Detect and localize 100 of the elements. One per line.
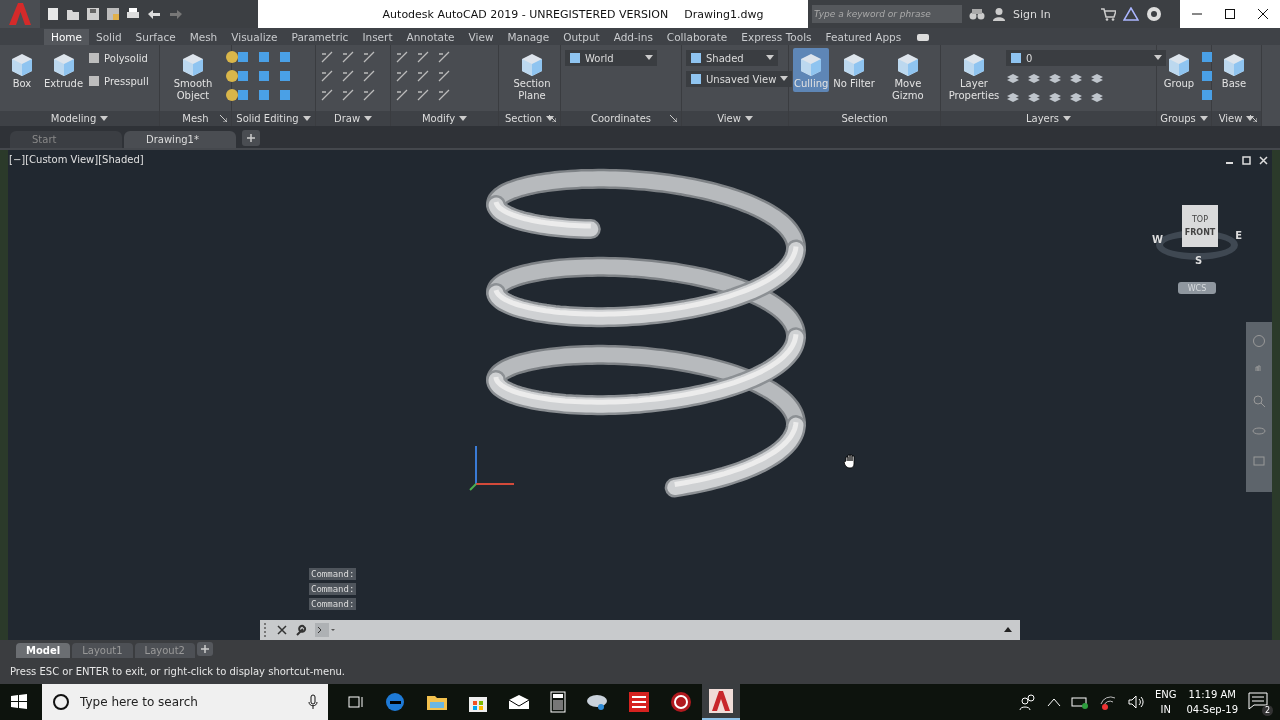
panel-title-button[interactable]: Section (499, 111, 560, 126)
file-tab[interactable]: Drawing1* (124, 131, 236, 148)
ribbon-tab[interactable]: Mesh (182, 29, 225, 45)
maximize-icon[interactable] (1224, 8, 1236, 20)
sphere-icon[interactable] (225, 88, 239, 102)
undo-icon[interactable] (146, 7, 162, 21)
line-tool-icon[interactable] (341, 50, 355, 64)
close-icon[interactable] (1257, 8, 1270, 20)
ribbon-tool-button[interactable]: Box (4, 48, 40, 92)
new-file-icon[interactable] (46, 7, 60, 21)
viewport-controls-label[interactable]: [−][Custom View][Shaded] (9, 154, 144, 165)
taskbar-search-bar[interactable]: Type here to search (42, 684, 328, 720)
cube-icon[interactable] (278, 69, 292, 83)
line-tool-icon[interactable] (362, 50, 376, 64)
compass-east-label[interactable]: E (1235, 230, 1242, 241)
line-tool-icon[interactable] (341, 88, 355, 102)
taskbar-search-input[interactable]: Type here to search (78, 694, 300, 710)
panel-title-button[interactable]: Modify (391, 111, 498, 126)
cube-icon[interactable] (1200, 50, 1214, 64)
chevron-up-icon[interactable] (1046, 697, 1061, 707)
binoculars-icon[interactable] (969, 7, 985, 21)
line-tool-icon[interactable] (395, 88, 409, 102)
layer-icon[interactable] (1027, 90, 1041, 104)
sphere-icon[interactable] (225, 69, 239, 83)
ribbon-tab[interactable]: Surface (128, 29, 183, 45)
line-tool-icon[interactable] (437, 88, 451, 102)
ribbon-tool-button[interactable]: No Filter (832, 48, 876, 92)
panel-title-button[interactable]: View (1212, 111, 1261, 126)
layer-icon[interactable] (1027, 71, 1041, 85)
line-tool-icon[interactable] (341, 69, 355, 83)
recorder-app-icon[interactable] (670, 691, 692, 713)
panel-title-button[interactable]: Draw (316, 111, 390, 126)
wrench-icon[interactable] (295, 624, 307, 636)
ribbon-tab[interactable]: Add-ins (606, 29, 660, 45)
line-tool-icon[interactable] (395, 50, 409, 64)
ribbon-tool-button[interactable]: Move Gizmo (878, 48, 937, 104)
ribbon-tool-button[interactable]: Presspull (87, 71, 149, 91)
restore-icon[interactable] (1242, 156, 1251, 165)
ribbon-tab[interactable]: Parametric (284, 29, 356, 45)
language-indicator[interactable]: ENG (1154, 687, 1177, 702)
ribbon-dropdown[interactable]: World (565, 50, 657, 66)
task-view-icon[interactable] (346, 694, 364, 710)
save-as-icon[interactable] (106, 7, 120, 21)
ribbon-tab[interactable]: Collaborate (659, 29, 735, 45)
mail-icon[interactable] (508, 694, 530, 710)
line-tool-icon[interactable] (320, 50, 334, 64)
cube-icon[interactable] (236, 69, 250, 83)
tool-app-icon[interactable] (586, 692, 608, 712)
line-tool-icon[interactable] (362, 88, 376, 102)
people-icon[interactable] (1018, 694, 1037, 710)
cube-icon[interactable] (236, 88, 250, 102)
layer-icon[interactable] (1006, 71, 1020, 85)
ribbon-tab[interactable]: Solid (89, 29, 129, 45)
ribbon-dropdown[interactable]: Unsaved View (686, 71, 793, 87)
cube-front-label[interactable]: FRONT (1184, 228, 1216, 237)
ribbon-tab[interactable]: Manage (500, 29, 557, 45)
calculator-icon[interactable] (550, 691, 566, 713)
layer-icon[interactable] (1090, 71, 1104, 85)
line-tool-icon[interactable] (437, 50, 451, 64)
cube-icon[interactable] (1200, 69, 1214, 83)
ribbon-tool-button[interactable]: Polysolid (87, 48, 148, 68)
ribbon-tool-button[interactable]: Layer Properties (945, 48, 1003, 104)
panel-title-button[interactable]: Modeling (0, 111, 159, 126)
layer-icon[interactable] (1048, 90, 1062, 104)
layout-tab[interactable]: Model (16, 643, 71, 658)
panel-title-button[interactable]: Mesh (160, 111, 231, 126)
ribbon-tab[interactable]: Featured Apps (818, 29, 909, 45)
layer-icon[interactable] (1069, 71, 1083, 85)
ribbon-dropdown[interactable]: 0 (1006, 50, 1166, 66)
layer-icon[interactable] (1090, 90, 1104, 104)
command-prompt-icon[interactable] (315, 623, 335, 637)
compass-west-label[interactable]: W (1152, 234, 1164, 245)
ribbon-tab[interactable]: Annotate (399, 29, 462, 45)
cube-icon[interactable] (257, 88, 271, 102)
ribbon-tool-button[interactable]: Smooth Object (164, 48, 222, 104)
layer-icon[interactable] (1048, 71, 1062, 85)
close-icon[interactable] (277, 625, 287, 635)
cube-icon[interactable] (278, 50, 292, 64)
region-indicator[interactable]: IN (1160, 702, 1171, 717)
ribbon-dropdown[interactable]: Shaded (686, 50, 778, 66)
line-tool-icon[interactable] (416, 69, 430, 83)
layer-icon[interactable] (1006, 90, 1020, 104)
volume-icon[interactable] (1126, 694, 1145, 710)
panel-title-button[interactable]: Selection (789, 111, 940, 126)
cube-top-label[interactable]: TOP (1192, 215, 1208, 224)
ribbon-tab[interactable]: Home (44, 29, 89, 45)
cube-icon[interactable] (257, 50, 271, 64)
open-folder-icon[interactable] (66, 7, 80, 21)
sphere-icon[interactable] (225, 50, 239, 64)
cube-icon[interactable] (278, 88, 292, 102)
panel-title-button[interactable]: Coordinates (561, 111, 681, 126)
windows-start-icon[interactable] (10, 693, 28, 711)
help-icon[interactable] (1146, 6, 1162, 22)
ribbon-tab[interactable]: Visualize (224, 29, 285, 45)
line-tool-icon[interactable] (320, 69, 334, 83)
new-tab-icon[interactable] (242, 130, 260, 146)
save-icon[interactable] (86, 7, 100, 21)
cart-icon[interactable] (1100, 7, 1116, 21)
line-tool-icon[interactable] (395, 69, 409, 83)
compass-south-label[interactable]: S (1195, 255, 1203, 266)
